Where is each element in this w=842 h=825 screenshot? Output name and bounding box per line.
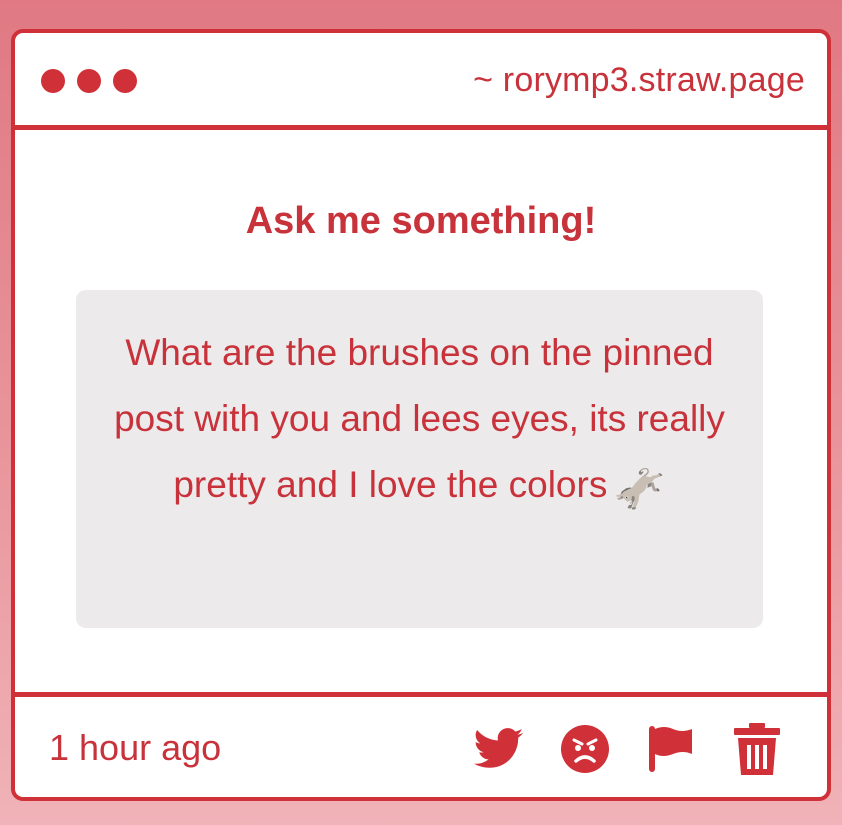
footer-bar: 1 hour ago (15, 692, 827, 797)
window-dot-1 (41, 69, 65, 93)
question-text-block: What are the brushes on the pinned post … (106, 320, 733, 522)
window-controls (41, 69, 137, 93)
block-button[interactable] (559, 723, 611, 775)
delete-button[interactable] (731, 723, 783, 775)
window-dot-3 (113, 69, 137, 93)
page-title: Ask me something! (245, 200, 597, 242)
ask-window: ~ rorymp3.straw.page Ask me something! W… (11, 29, 831, 801)
angry-face-icon (561, 725, 609, 773)
title-bar: ~ rorymp3.straw.page (15, 33, 827, 130)
question-card: What are the brushes on the pinned post … (76, 290, 763, 628)
timestamp: 1 hour ago (49, 727, 222, 768)
trash-icon (734, 723, 780, 775)
share-twitter-button[interactable] (473, 723, 525, 775)
question-area: Ask me something! What are the brushes o… (15, 130, 827, 687)
report-button[interactable] (645, 723, 697, 775)
donkey-emoji: 🫏 (613, 465, 666, 512)
action-buttons (473, 723, 783, 775)
flag-icon (649, 726, 692, 772)
twitter-icon (474, 728, 524, 768)
window-dot-2 (77, 69, 101, 93)
page-url: ~ rorymp3.straw.page (473, 61, 805, 99)
